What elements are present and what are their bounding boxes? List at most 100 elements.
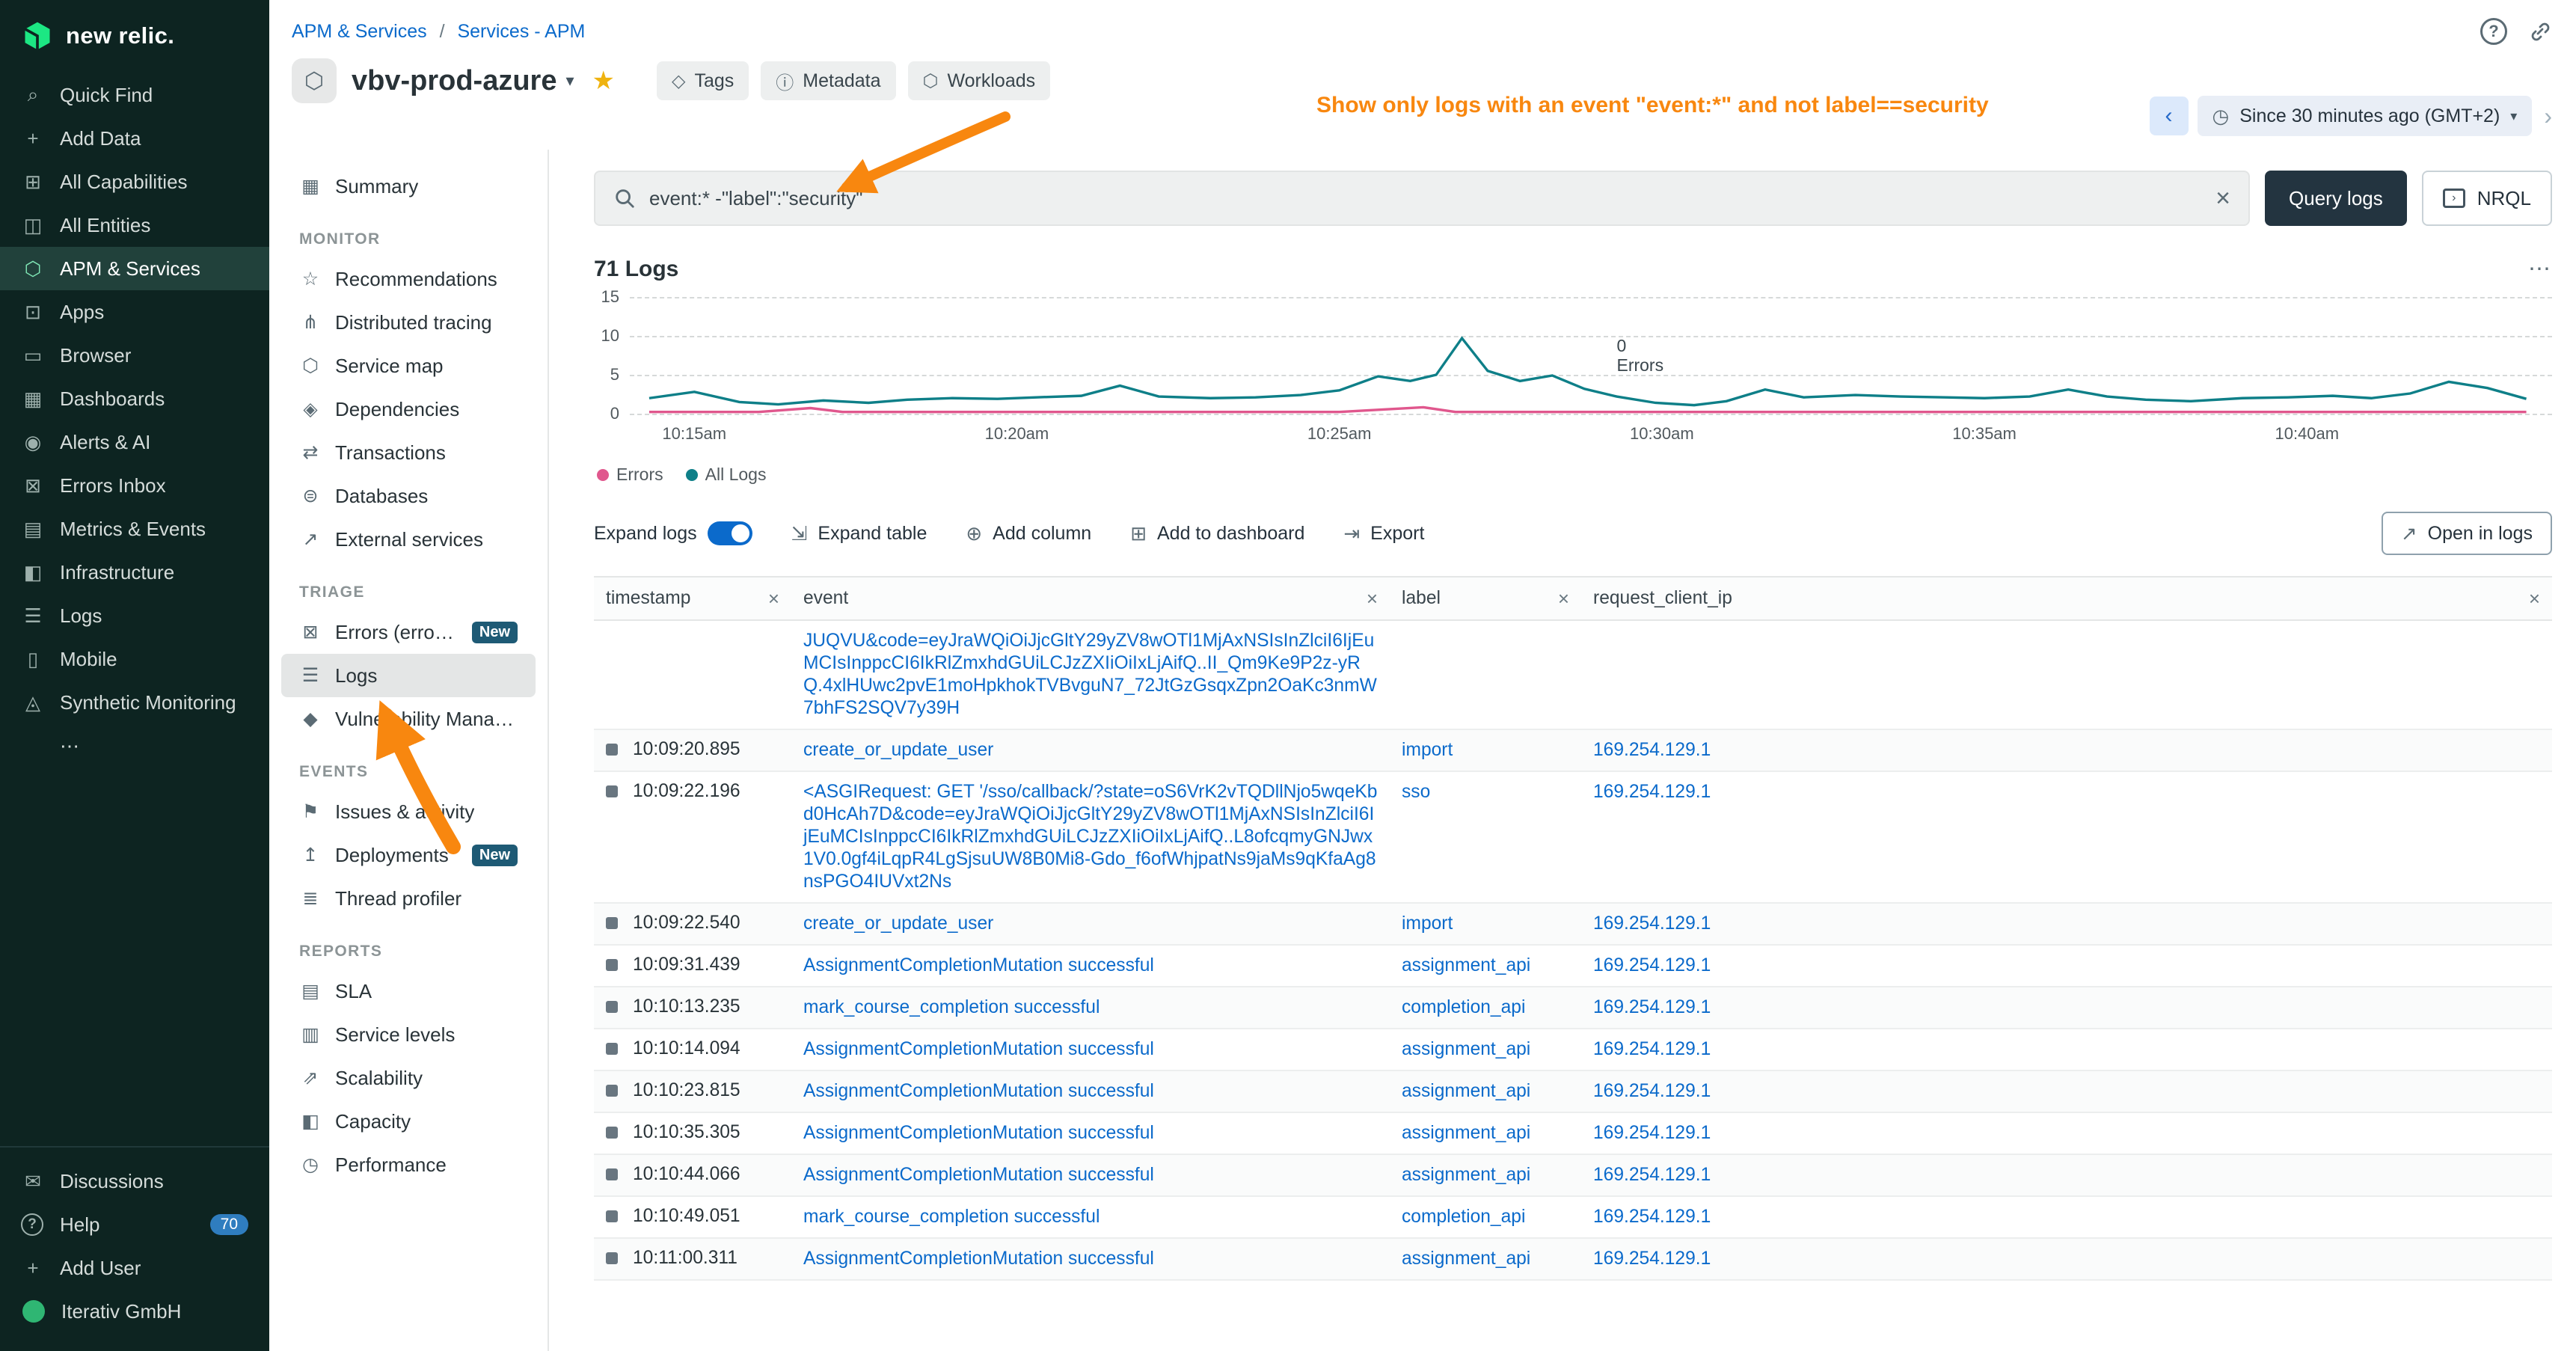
log-table-row[interactable]: 10:09:31.439 AssignmentCompletionMutatio… [594,945,2552,987]
column-header-request-client-ip[interactable]: request_client_ip × [1581,577,2552,620]
label-link[interactable]: assignment_api [1402,1123,1530,1143]
request-client-ip-link[interactable]: 169.254.129.1 [1593,1249,1711,1269]
export-button[interactable]: ⇥ Export [1343,522,1424,545]
request-client-ip-link[interactable]: 169.254.129.1 [1593,1039,1711,1059]
entity-chevron-down-icon[interactable]: ▾ [565,71,574,91]
subnav-item[interactable]: ◆ Vulnerability Management [281,697,536,741]
subnav-item[interactable]: ▤ SLA [281,969,536,1013]
legend-all-logs[interactable]: All Logs [686,465,767,485]
label-link[interactable]: import [1402,913,1453,934]
request-client-ip-link[interactable]: 169.254.129.1 [1593,782,1711,802]
sidebar-item[interactable]: ⌕ Quick Find [0,73,269,117]
event-link[interactable]: AssignmentCompletionMutation successful [803,1039,1154,1059]
sidebar-item[interactable]: ⬡ APM & Services [0,247,269,290]
request-client-ip-link[interactable]: 169.254.129.1 [1593,1081,1711,1101]
column-header-label[interactable]: label × [1390,577,1581,620]
nrql-button[interactable]: › NRQL [2422,171,2552,226]
time-picker[interactable]: ◷ Since 30 minutes ago (GMT+2) ▾ [2198,96,2533,136]
legend-errors[interactable]: Errors [597,465,663,485]
log-table-row[interactable]: 10:10:13.235 mark_course_completion succ… [594,987,2552,1029]
expand-logs-toggle[interactable] [708,521,752,545]
row-marker-icon[interactable] [606,917,618,929]
subnav-item[interactable]: ↗ External services [281,518,536,561]
request-client-ip-link[interactable]: 169.254.129.1 [1593,913,1711,934]
log-table-row[interactable]: 10:09:22.196 <ASGIRequest: GET '/sso/cal… [594,771,2552,903]
subnav-item[interactable]: ↥ Deployments New [281,833,536,877]
clear-search-icon[interactable]: × [2215,186,2230,211]
event-link[interactable]: mark_course_completion successful [803,997,1100,1017]
row-marker-icon[interactable] [606,1168,618,1180]
favorite-star-icon[interactable]: ★ [592,66,615,96]
row-marker-icon[interactable] [606,785,618,797]
entity-action-button[interactable]: ⓘ Metadata [761,61,895,100]
row-marker-icon[interactable] [606,1085,618,1097]
subnav-item[interactable]: ▥ Service levels [281,1013,536,1056]
label-link[interactable]: assignment_api [1402,1039,1530,1059]
sidebar-item[interactable]: ⊞ All Capabilities [0,160,269,203]
log-table-row[interactable]: 10:10:23.815 AssignmentCompletionMutatio… [594,1070,2552,1112]
remove-column-icon[interactable]: × [2529,587,2540,610]
subnav-item[interactable]: ◧ Capacity [281,1100,536,1143]
sidebar-item[interactable]: ◫ All Entities [0,203,269,247]
sidebar-item[interactable]: + Add Data [0,117,269,160]
sidebar-item-discussions[interactable]: ✉ Discussions [0,1159,269,1203]
subnav-item[interactable]: ☰ Logs [281,654,536,697]
request-client-ip-link[interactable]: 169.254.129.1 [1593,955,1711,975]
expand-table-button[interactable]: ⇲ Expand table [791,522,927,545]
label-link[interactable]: import [1402,740,1453,760]
log-table-row[interactable]: 10:10:14.094 AssignmentCompletionMutatio… [594,1029,2552,1070]
log-table-row[interactable]: 10:10:49.051 mark_course_completion succ… [594,1196,2552,1238]
column-header-timestamp[interactable]: timestamp × [594,577,791,620]
expand-logs-control[interactable]: Expand logs [594,521,752,545]
remove-column-icon[interactable]: × [768,587,779,610]
event-link[interactable]: AssignmentCompletionMutation successful [803,1165,1154,1185]
label-link[interactable]: completion_api [1402,1207,1525,1227]
subnav-item[interactable]: ⇗ Scalability [281,1056,536,1100]
sidebar-item[interactable]: ⊠ Errors Inbox [0,464,269,507]
sidebar-item[interactable]: ▭ Browser [0,334,269,377]
event-link[interactable]: AssignmentCompletionMutation successful [803,955,1154,975]
add-column-button[interactable]: ⊕ Add column [966,522,1091,545]
query-logs-button[interactable]: Query logs [2265,171,2407,226]
link-icon[interactable] [2528,19,2552,43]
sidebar-item-account[interactable]: Iterativ GmbH [0,1290,269,1333]
subnav-item[interactable]: ⊠ Errors (errors inb... New [281,610,536,654]
sidebar-item[interactable]: ◉ Alerts & AI [0,420,269,464]
open-in-logs-button[interactable]: ↗ Open in logs [2382,512,2552,555]
sidebar-item[interactable]: ◧ Infrastructure [0,551,269,594]
sidebar-item[interactable]: ⊡ Apps [0,290,269,334]
column-header-event[interactable]: event × [791,577,1390,620]
event-link[interactable]: JUQVU&code=eyJraWQiOiJjcGltY29yZV8wOTl1M… [803,631,1377,718]
event-link[interactable]: create_or_update_user [803,913,993,934]
entity-action-button[interactable]: ◇ Tags [657,61,749,100]
search-input[interactable] [649,187,2202,210]
event-link[interactable]: create_or_update_user [803,740,993,760]
event-link[interactable]: AssignmentCompletionMutation successful [803,1249,1154,1269]
subnav-item[interactable]: ☆ Recommendations [281,257,536,301]
subnav-item[interactable]: ▦ Summary [281,165,536,208]
row-marker-icon[interactable] [606,1043,618,1055]
label-link[interactable]: sso [1402,782,1430,802]
label-link[interactable]: assignment_api [1402,1249,1530,1269]
sidebar-item[interactable]: ☰ Logs [0,594,269,637]
log-table-row[interactable]: 10:11:00.311 AssignmentCompletionMutatio… [594,1238,2552,1280]
row-marker-icon[interactable] [606,1252,618,1264]
log-table-row[interactable]: JUQVU&code=eyJraWQiOiJjcGltY29yZV8wOTl1M… [594,620,2552,729]
entity-action-button[interactable]: ⬡ Workloads [908,61,1051,100]
label-link[interactable]: completion_api [1402,997,1525,1017]
subnav-item[interactable]: ⇄ Transactions [281,431,536,474]
event-link[interactable]: AssignmentCompletionMutation successful [803,1081,1154,1101]
sidebar-item[interactable]: ▯ Mobile [0,637,269,681]
remove-column-icon[interactable]: × [1558,587,1569,610]
sidebar-item-help[interactable]: ? Help 70 [0,1203,269,1246]
event-link[interactable]: <ASGIRequest: GET '/sso/callback/?state=… [803,782,1377,892]
row-marker-icon[interactable] [606,744,618,756]
request-client-ip-link[interactable]: 169.254.129.1 [1593,740,1711,760]
event-link[interactable]: AssignmentCompletionMutation successful [803,1123,1154,1143]
row-marker-icon[interactable] [606,1210,618,1222]
request-client-ip-link[interactable]: 169.254.129.1 [1593,1123,1711,1143]
breadcrumb-link-apm-services[interactable]: APM & Services [292,21,427,42]
row-marker-icon[interactable] [606,1001,618,1013]
subnav-item[interactable]: ⚑ Issues & activity [281,790,536,833]
sidebar-item[interactable]: ▦ Dashboards [0,377,269,420]
